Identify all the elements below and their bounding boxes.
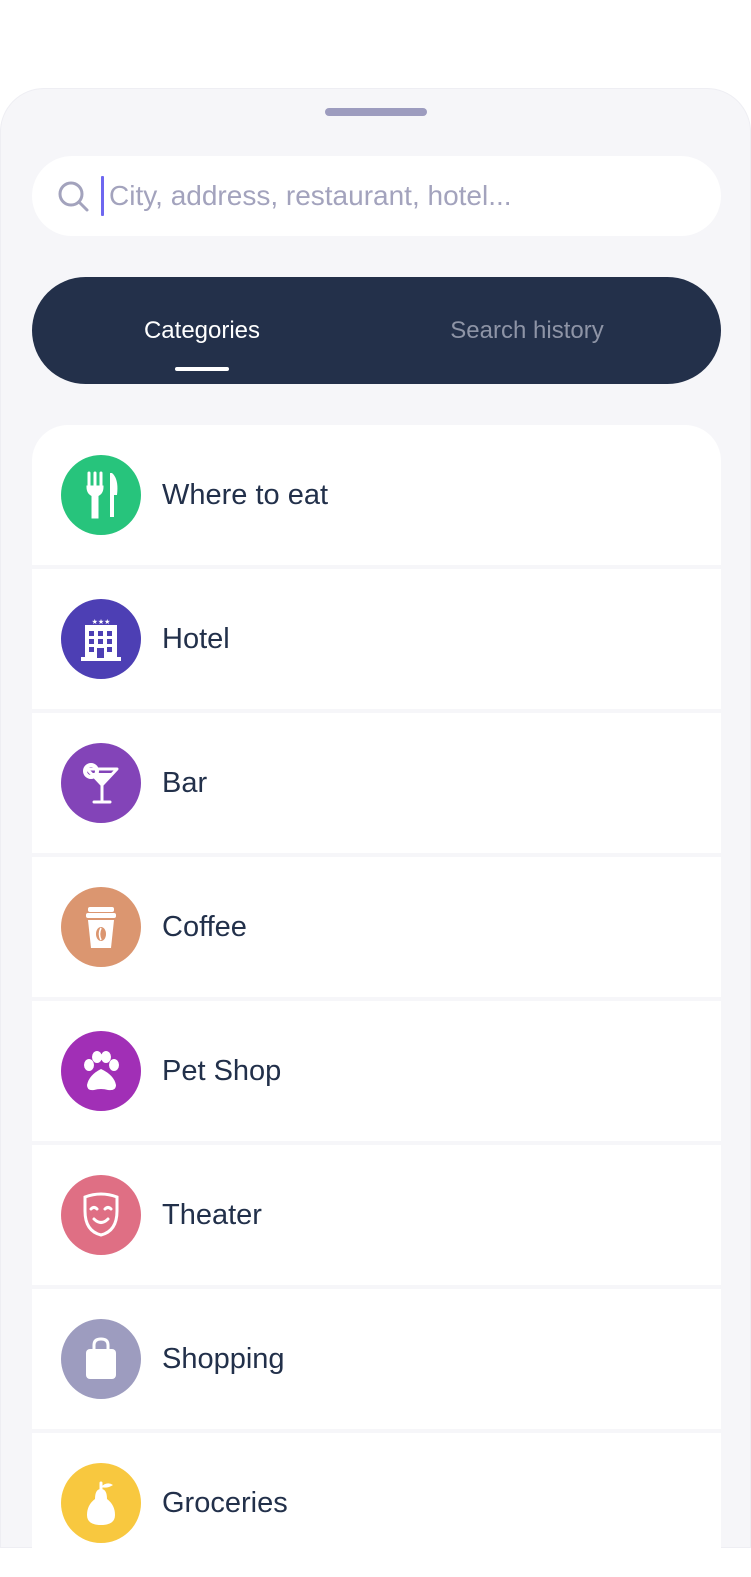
svg-text:★★★: ★★★ [92,618,111,626]
search-input[interactable] [109,172,699,220]
bottom-sheet: Categories Search history Where to eat [0,88,751,1573]
category-label: Pet Shop [162,1054,282,1087]
hotel-building-icon: ★★★ [61,599,141,679]
category-label: Shopping [162,1342,285,1375]
cocktail-icon [61,743,141,823]
category-bar[interactable]: Bar [32,713,721,853]
text-caret [101,176,104,216]
category-label: Hotel [162,622,230,655]
tab-search-history[interactable]: Search history [422,277,632,384]
category-label: Where to eat [162,478,329,511]
category-label: Groceries [162,1486,288,1519]
search-bar[interactable] [32,156,721,236]
category-pet-shop[interactable]: Pet Shop [32,1001,721,1141]
category-coffee[interactable]: Coffee [32,857,721,997]
category-shopping[interactable]: Shopping [32,1289,721,1429]
theater-mask-icon [61,1175,141,1255]
category-list: Where to eat ★★★ Hotel Bar Coffee Pet Sh… [32,425,721,1577]
category-hotel[interactable]: ★★★ Hotel [32,569,721,709]
category-label: Coffee [162,910,247,943]
category-label: Bar [162,766,208,799]
search-icon [58,181,89,212]
sheet-drag-handle[interactable] [325,108,427,116]
category-theater[interactable]: Theater [32,1145,721,1285]
tab-bar: Categories Search history [32,277,721,384]
category-label: Theater [162,1198,262,1231]
paw-icon [61,1031,141,1111]
coffee-cup-icon [61,887,141,967]
category-groceries[interactable]: Groceries [32,1433,721,1573]
pear-icon [61,1463,141,1543]
fork-knife-icon [61,455,141,535]
active-tab-indicator [175,367,229,371]
shopping-bag-icon [61,1319,141,1399]
category-where-to-eat[interactable]: Where to eat [32,425,721,565]
